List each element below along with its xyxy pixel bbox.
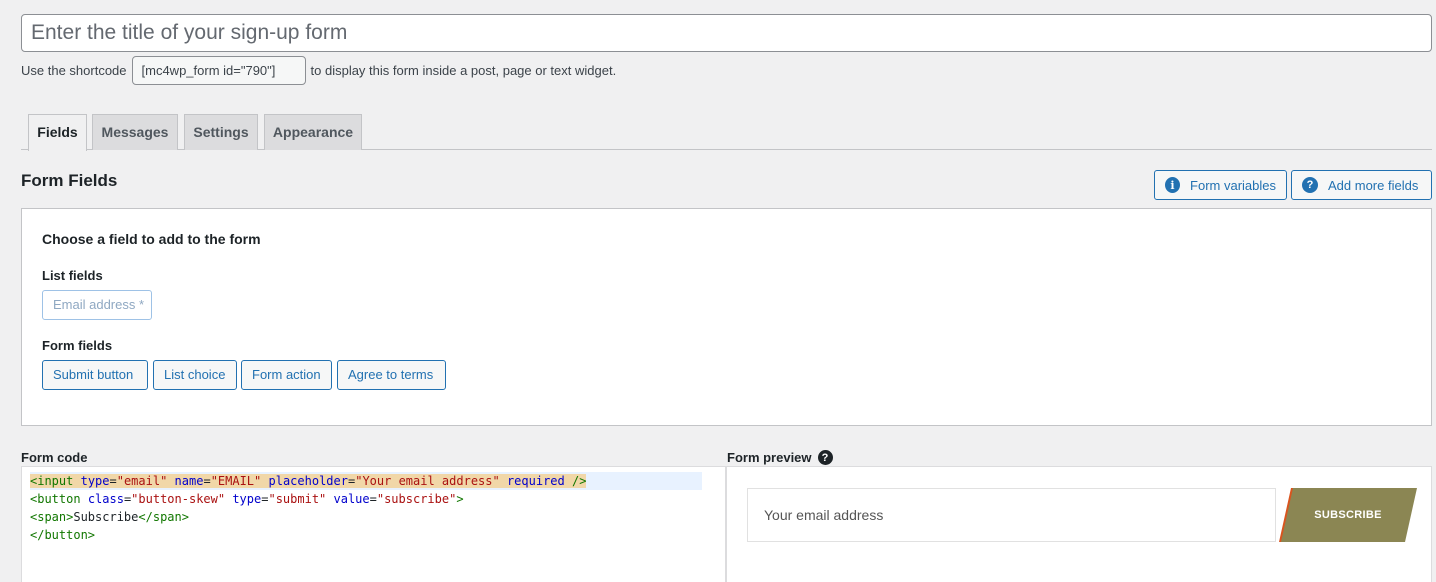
- code-line: <input type="email" name="EMAIL" placeho…: [30, 472, 702, 490]
- form-variables-label: Form variables: [1190, 177, 1276, 193]
- shortcode-row: Use the shortcode [mc4wp_form id="790"] …: [21, 56, 616, 85]
- list-fields-heading: List fields: [42, 268, 103, 283]
- form-preview-label: Form preview ?: [727, 450, 833, 465]
- form-preview-panel: Your email address SUBSCRIBE: [726, 466, 1432, 582]
- tab-messages[interactable]: Messages: [92, 114, 178, 150]
- tab-bar: Fields Messages Settings Appearance: [21, 114, 1432, 151]
- form-title-input[interactable]: [21, 14, 1432, 52]
- add-more-fields-label: Add more fields: [1328, 177, 1419, 193]
- section-title: Form Fields: [21, 171, 118, 190]
- info-icon: i: [1165, 177, 1181, 193]
- email-address-field-button[interactable]: Email address *: [42, 290, 152, 320]
- preview-email-input[interactable]: Your email address: [747, 488, 1276, 542]
- preview-subscribe-label: SUBSCRIBE: [1314, 509, 1382, 521]
- tab-fields[interactable]: Fields: [28, 114, 87, 151]
- form-fields-heading: Form fields: [42, 338, 113, 353]
- form-code-editor[interactable]: <input type="email" name="EMAIL" placeho…: [21, 466, 726, 582]
- add-more-fields-button[interactable]: ? Add more fields: [1291, 170, 1432, 200]
- question-icon: ?: [1302, 177, 1318, 193]
- form-variables-button[interactable]: i Form variables: [1154, 170, 1287, 200]
- shortcode-suffix: to display this form inside a post, page…: [310, 63, 617, 78]
- field-chooser-heading: Choose a field to add to the form: [42, 231, 261, 247]
- code-line: <span>Subscribe</span>: [30, 510, 189, 524]
- code-line: <button class="button-skew" type="submit…: [30, 492, 464, 506]
- list-choice-field-button[interactable]: List choice: [153, 360, 237, 390]
- shortcode-prefix: Use the shortcode: [21, 63, 127, 78]
- submit-button-field-button[interactable]: Submit button: [42, 360, 148, 390]
- tab-appearance[interactable]: Appearance: [264, 114, 362, 150]
- shortcode-field[interactable]: [mc4wp_form id="790"]: [131, 56, 306, 85]
- field-chooser-panel: Choose a field to add to the form List f…: [21, 208, 1432, 426]
- code-line-text: <input type="email" name="EMAIL" placeho…: [30, 474, 587, 488]
- agree-to-terms-field-button[interactable]: Agree to terms: [337, 360, 446, 390]
- preview-subscribe-button[interactable]: SUBSCRIBE: [1279, 488, 1417, 542]
- form-preview-label-text: Form preview: [727, 450, 812, 465]
- form-code-label: Form code: [21, 450, 88, 465]
- form-action-field-button[interactable]: Form action: [241, 360, 332, 390]
- tab-settings[interactable]: Settings: [184, 114, 258, 150]
- code-line: </button>: [30, 528, 96, 542]
- help-icon[interactable]: ?: [817, 450, 833, 465]
